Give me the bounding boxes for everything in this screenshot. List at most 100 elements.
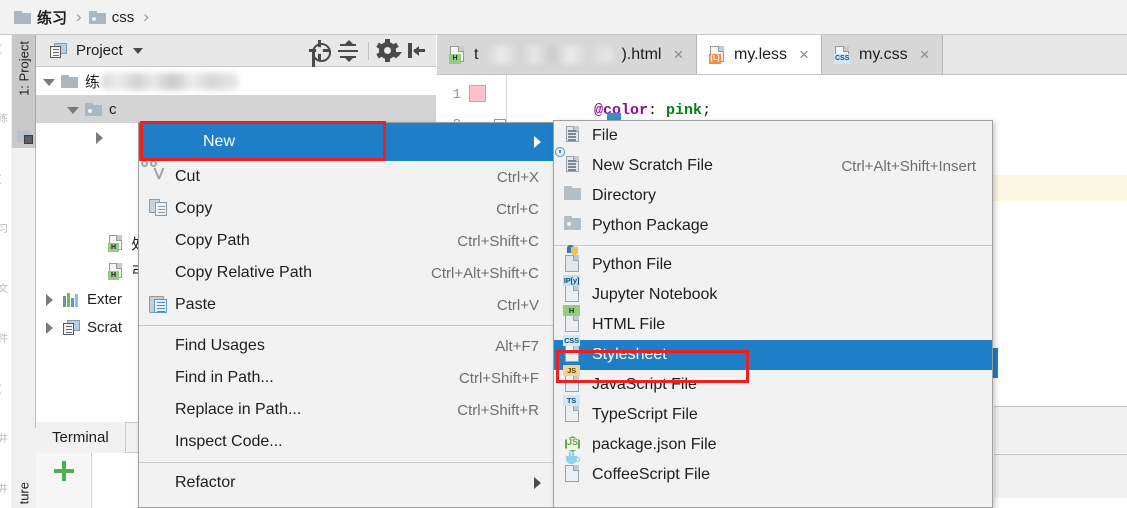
context-menu-item-inspect-code[interactable]: Inspect Code... bbox=[139, 426, 553, 458]
submenu-label: File bbox=[592, 127, 618, 144]
context-menu-shortcut: Ctrl+V bbox=[496, 296, 539, 314]
submenu-item-new-scratch-file[interactable]: New Scratch File Ctrl+Alt+Shift+Insert bbox=[554, 147, 992, 181]
chevron-right-icon bbox=[534, 477, 541, 489]
submenu-item-python-file[interactable]: Python File bbox=[554, 245, 992, 280]
context-menu-item-find-usages[interactable]: Find Usages Alt+F7 bbox=[139, 330, 553, 362]
less-badge: {L} bbox=[709, 53, 721, 64]
editor-tab-label: my.less bbox=[734, 45, 788, 63]
tool-window-button-project[interactable]: 1: Project bbox=[12, 35, 36, 148]
submenu-label: Python File bbox=[592, 256, 673, 273]
terminal-add-button[interactable] bbox=[36, 453, 92, 508]
context-menu-item-copy[interactable]: Copy Ctrl+C bbox=[139, 193, 553, 225]
submenu-item-jupyter-notebook[interactable]: IP[y] Jupyter Notebook bbox=[554, 275, 992, 310]
submenu-item-javascript-file[interactable]: JS JavaScript File bbox=[554, 365, 992, 400]
tool-strip-edge: ( 练 ( 习 文 件 ( 井 井 bbox=[0, 35, 11, 508]
context-menu-item-refactor[interactable]: Refactor bbox=[139, 467, 553, 499]
context-menu-shortcut: Ctrl+Shift+R bbox=[457, 401, 539, 419]
html-file-icon: H bbox=[108, 262, 124, 280]
folder-package-icon bbox=[88, 10, 106, 24]
none-icon bbox=[149, 473, 175, 493]
tool-window-label-structure: ture bbox=[16, 481, 32, 504]
editor-tab-label: my.css bbox=[858, 45, 908, 63]
none-icon bbox=[149, 400, 175, 420]
left-tool-strip: ( 练 ( 习 文 件 ( 井 井 1: Project ture bbox=[0, 35, 36, 508]
locate-icon[interactable] bbox=[307, 38, 333, 64]
context-menu-item-copy-path[interactable]: Copy Path Ctrl+Shift+C bbox=[139, 225, 553, 257]
typescript-file-icon: TS bbox=[563, 395, 592, 425]
toolbar-divider bbox=[368, 42, 369, 60]
context-menu-item-replace-in-path[interactable]: Replace in Path... Ctrl+Shift+R bbox=[139, 394, 553, 426]
context-menu-item-paste[interactable]: Paste Ctrl+V bbox=[139, 289, 553, 321]
submenu-label: Directory bbox=[592, 187, 657, 204]
chevron-right-icon[interactable] bbox=[42, 321, 55, 334]
breadcrumb-item-0[interactable]: 练习 bbox=[14, 7, 67, 28]
close-icon[interactable]: × bbox=[673, 46, 683, 63]
context-menu-label: Paste bbox=[175, 296, 216, 313]
context-menu-item-new[interactable]: New bbox=[139, 123, 553, 161]
submenu-label: JavaScript File bbox=[592, 376, 697, 393]
folder-package-icon bbox=[85, 102, 102, 116]
submenu-item-directory[interactable]: Directory bbox=[554, 181, 992, 211]
collapse-all-icon[interactable] bbox=[335, 38, 361, 64]
context-menu-label: Inspect Code... bbox=[175, 433, 283, 450]
file-doc-icon bbox=[564, 126, 592, 146]
code-token-punct: ; bbox=[702, 102, 712, 119]
html-badge: H bbox=[449, 53, 461, 64]
html-file-icon: H bbox=[449, 45, 466, 64]
context-menu-shortcut: Ctrl+Shift+C bbox=[457, 232, 539, 250]
gear-icon[interactable] bbox=[376, 38, 402, 64]
submenu-item-coffeescript-file[interactable]: CoffeeScript File bbox=[554, 452, 992, 490]
context-menu-item-copy-relative-path[interactable]: Copy Relative Path Ctrl+Alt+Shift+C bbox=[139, 257, 553, 289]
project-view-icon bbox=[50, 43, 67, 58]
terminal-tab[interactable]: Terminal bbox=[36, 422, 126, 453]
chevron-down-icon[interactable] bbox=[132, 47, 143, 54]
breadcrumb-item-1[interactable]: css bbox=[88, 9, 134, 26]
submenu-item-html-file[interactable]: H HTML File bbox=[554, 305, 992, 340]
context-menu-item-find-in-path[interactable]: Find in Path... Ctrl+Shift+F bbox=[139, 362, 553, 394]
editor-tab-my-less[interactable]: {L} my.less × bbox=[697, 35, 822, 74]
coffeescript-icon bbox=[564, 452, 592, 485]
hide-panel-icon[interactable] bbox=[404, 38, 430, 64]
editor-tab-bar: H t ).html × {L} my.less × CSS my.css × bbox=[437, 35, 1127, 75]
editor-panel-block bbox=[994, 454, 1127, 498]
python-file-icon bbox=[564, 245, 592, 275]
submenu-item-typescript-file[interactable]: TS TypeScript File bbox=[554, 395, 992, 430]
breadcrumb: 练习 › css › bbox=[0, 0, 1127, 35]
context-menu-label: New bbox=[203, 133, 236, 150]
tool-window-button-structure[interactable]: ture bbox=[12, 428, 36, 508]
editor-right-gutter bbox=[991, 75, 1127, 508]
scratch-file-icon bbox=[555, 147, 592, 176]
tree-row[interactable]: 练 bbox=[36, 67, 436, 95]
color-swatch[interactable] bbox=[469, 85, 486, 102]
close-icon[interactable]: × bbox=[920, 46, 930, 63]
chevron-right-icon bbox=[534, 136, 541, 148]
submenu-item-stylesheet[interactable]: CSS Stylesheet bbox=[554, 335, 992, 370]
editor-tab-label: ).html bbox=[621, 45, 662, 63]
tree-item-label: Scrat bbox=[87, 318, 123, 336]
context-menu-item-cut[interactable]: Cut Ctrl+X bbox=[139, 160, 553, 193]
jupyter-icon: IP[y] bbox=[563, 275, 592, 305]
context-menu-item-clean-python-compiled-files[interactable]: Clean Python Compiled Files bbox=[139, 499, 553, 507]
submenu-label: Jupyter Notebook bbox=[592, 286, 718, 303]
submenu-item-package-json-file[interactable]: JS package.json File bbox=[554, 430, 992, 460]
context-menu-shortcut: Ctrl+X bbox=[496, 168, 539, 186]
chevron-right-icon[interactable] bbox=[42, 293, 55, 306]
submenu-item-python-package[interactable]: Python Package bbox=[554, 211, 992, 241]
editor-tab-html[interactable]: H t ).html × bbox=[437, 35, 697, 74]
chevron-right-icon[interactable] bbox=[92, 131, 105, 144]
submenu-label: package.json File bbox=[592, 436, 717, 453]
html-file-icon: H bbox=[108, 234, 124, 252]
chevron-down-icon[interactable] bbox=[42, 75, 55, 88]
project-icon bbox=[17, 129, 33, 144]
close-icon[interactable]: × bbox=[799, 46, 809, 63]
editor-tab-my-css[interactable]: CSS my.css × bbox=[821, 35, 943, 74]
submenu-item-file[interactable]: File bbox=[554, 121, 992, 151]
breadcrumb-separator-0: › bbox=[76, 7, 82, 26]
chevron-down-icon[interactable] bbox=[66, 103, 79, 116]
scratch-icon bbox=[63, 319, 80, 335]
tree-item-label: 练 bbox=[85, 73, 101, 91]
none-icon bbox=[149, 368, 175, 388]
scissors-icon bbox=[141, 160, 175, 187]
paste-icon bbox=[149, 295, 175, 315]
tree-row[interactable]: c bbox=[36, 95, 436, 123]
